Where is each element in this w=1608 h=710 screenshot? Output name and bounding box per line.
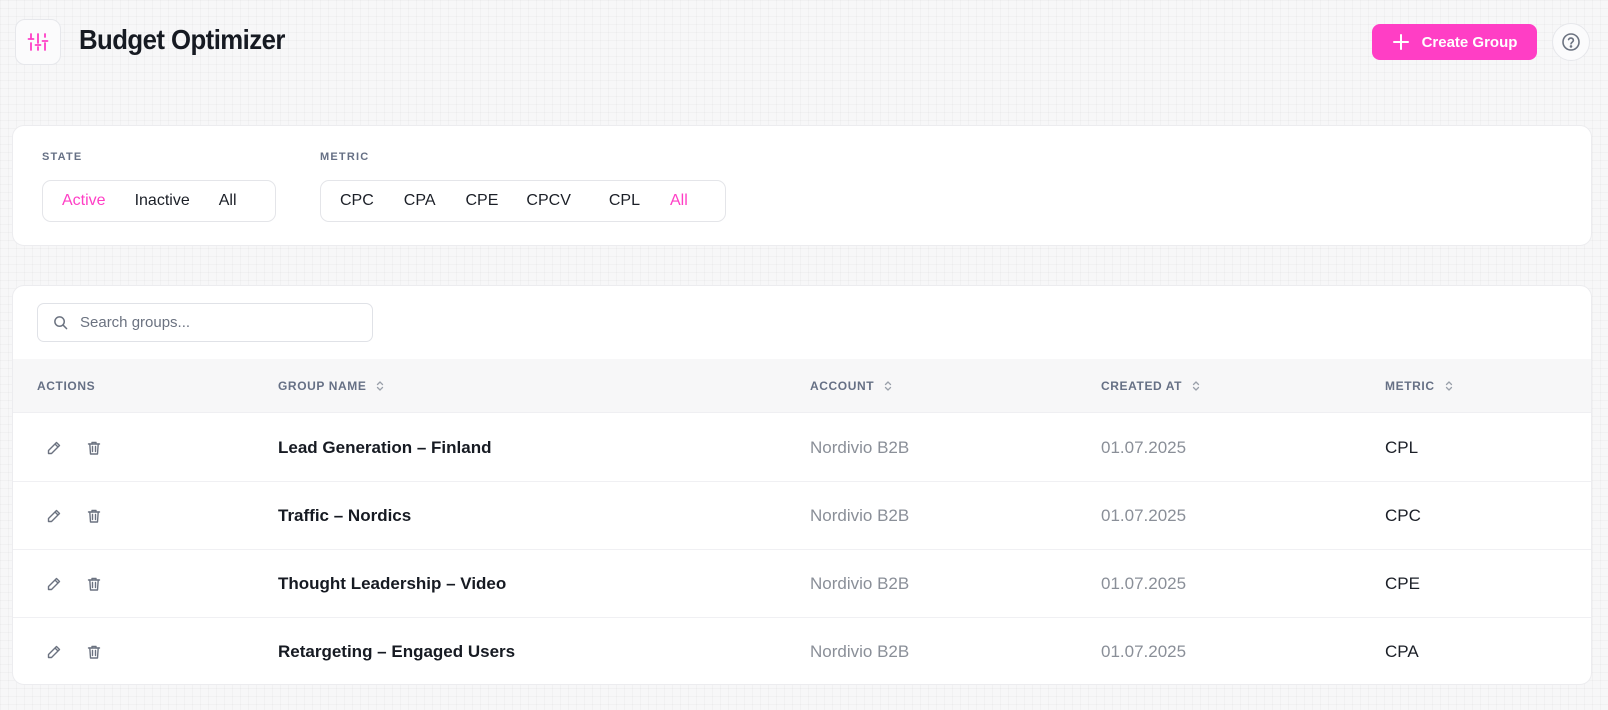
pencil-icon[interactable] — [43, 505, 65, 527]
column-header-metric[interactable]: METRIC — [1385, 359, 1453, 413]
search-input[interactable] — [80, 314, 350, 331]
account-name: Nordivio B2B — [810, 438, 910, 457]
metric-option-cpc[interactable]: CPC — [330, 181, 384, 221]
page-header: Budget Optimizer Create Group — [0, 0, 1608, 84]
row-actions — [43, 550, 105, 618]
sort-icon — [885, 381, 892, 391]
pencil-icon[interactable] — [43, 573, 65, 595]
column-header-actions: ACTIONS — [37, 359, 95, 413]
row-actions — [43, 482, 105, 550]
metric-value: CPC — [1385, 506, 1421, 525]
state-filter-group: Active Inactive All — [42, 180, 276, 222]
trash-icon[interactable] — [83, 641, 105, 663]
group-name: Lead Generation – Finland — [278, 438, 492, 457]
account-name: Nordivio B2B — [810, 506, 910, 525]
create-group-label: Create Group — [1421, 33, 1518, 51]
column-header-account[interactable]: ACCOUNT — [810, 359, 892, 413]
state-option-active[interactable]: Active — [52, 181, 116, 221]
metric-filter-group: CPC CPA CPE CPCV CPL All — [320, 180, 726, 222]
column-header-label: ACTIONS — [37, 379, 96, 393]
search-box — [37, 303, 373, 342]
state-filter-label: STATE — [42, 151, 83, 163]
help-circle-icon[interactable] — [1552, 23, 1590, 61]
table-row: Lead Generation – Finland Nordivio B2B 0… — [13, 414, 1591, 482]
group-name: Traffic – Nordics — [278, 506, 412, 525]
group-name: Retargeting – Engaged Users — [278, 642, 516, 661]
metric-value: CPA — [1385, 642, 1419, 661]
row-actions — [43, 618, 105, 684]
pencil-icon[interactable] — [43, 437, 65, 459]
plus-icon — [1392, 33, 1410, 51]
metric-value: CPE — [1385, 574, 1420, 593]
column-header-label: METRIC — [1385, 379, 1435, 393]
sliders-icon — [15, 19, 61, 65]
account-name: Nordivio B2B — [810, 574, 910, 593]
page-title: Budget Optimizer — [79, 24, 285, 55]
table-row: Thought Leadership – Video Nordivio B2B … — [13, 550, 1591, 618]
row-actions — [43, 414, 105, 482]
trash-icon[interactable] — [83, 573, 105, 595]
created-at: 01.07.2025 — [1101, 574, 1187, 593]
table-row: Retargeting – Engaged Users Nordivio B2B… — [13, 618, 1591, 684]
column-header-created-at[interactable]: CREATED AT — [1101, 359, 1200, 413]
metric-option-cpe[interactable]: CPE — [456, 181, 509, 221]
state-option-all[interactable]: All — [209, 181, 247, 221]
metric-value: CPL — [1385, 438, 1419, 457]
table-row: Traffic – Nordics Nordivio B2B 01.07.202… — [13, 482, 1591, 550]
filter-panel: STATE Active Inactive All METRIC CPC CPA… — [12, 125, 1592, 246]
group-name: Thought Leadership – Video — [278, 574, 507, 593]
column-header-label: GROUP NAME — [278, 379, 367, 393]
state-option-inactive[interactable]: Inactive — [116, 181, 209, 221]
groups-table-card: ACTIONS GROUP NAME ACCOUNT CREATED AT ME… — [12, 285, 1592, 685]
table-header: ACTIONS GROUP NAME ACCOUNT CREATED AT ME… — [13, 359, 1591, 413]
account-name: Nordivio B2B — [810, 642, 910, 661]
pencil-icon[interactable] — [43, 641, 65, 663]
table-body: Lead Generation – Finland Nordivio B2B 0… — [13, 414, 1591, 684]
column-header-label: CREATED AT — [1101, 379, 1183, 393]
metric-filter-label: METRIC — [320, 151, 370, 163]
trash-icon[interactable] — [83, 505, 105, 527]
sort-icon — [1445, 381, 1452, 391]
created-at: 01.07.2025 — [1101, 642, 1187, 661]
metric-option-cpl[interactable]: CPL — [589, 181, 660, 221]
trash-icon[interactable] — [83, 437, 105, 459]
metric-option-all[interactable]: All — [660, 181, 698, 221]
metric-option-cpa[interactable]: CPA — [384, 181, 456, 221]
search-icon — [53, 315, 68, 330]
metric-option-cpcv[interactable]: CPCV — [508, 181, 588, 221]
column-header-label: ACCOUNT — [810, 379, 875, 393]
created-at: 01.07.2025 — [1101, 438, 1187, 457]
sort-icon — [377, 381, 384, 391]
create-group-button[interactable]: Create Group — [1372, 24, 1537, 60]
column-header-group-name[interactable]: GROUP NAME — [278, 359, 384, 413]
created-at: 01.07.2025 — [1101, 506, 1187, 525]
sort-icon — [1192, 381, 1200, 391]
